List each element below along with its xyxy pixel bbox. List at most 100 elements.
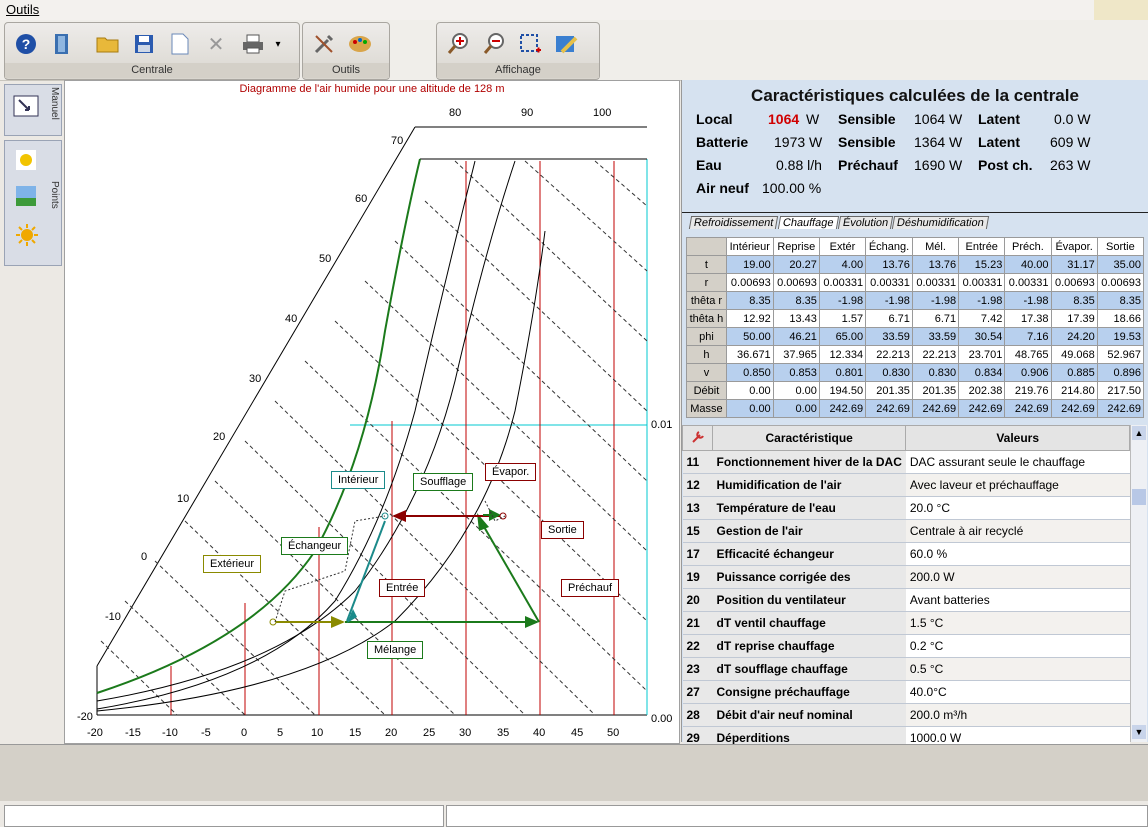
point-label-soufflage[interactable]: Soufflage [413,473,474,491]
table-cell: 6.71 [911,309,960,328]
x-tick: -5 [201,727,211,739]
point-label-melange[interactable]: Mélange [367,641,424,659]
bright-sun-icon[interactable] [15,223,39,250]
property-row[interactable]: 15 Gestion de l'air Centrale à air recyclé [682,519,1130,543]
table-cell: 33.59 [865,327,913,346]
property-value[interactable]: 40.0°C [905,680,1130,704]
properties-scrollbar[interactable]: ▲ ▼ [1130,425,1147,742]
zoom-out-icon[interactable] [479,29,509,59]
open-folder-icon[interactable] [93,29,123,59]
property-value[interactable]: 0.2 °C [905,634,1130,658]
property-value[interactable]: DAC assurant seule le chauffage [905,450,1130,474]
scroll-thumb[interactable] [1132,489,1146,505]
property-row[interactable]: 27 Consigne préchauffage 40.0°C [682,680,1130,704]
x-tick: 10 [311,727,324,739]
palette-icon[interactable] [345,29,375,59]
toolbar-group-label: Affichage [437,63,599,78]
point-label-interieur[interactable]: Intérieur [331,471,386,489]
draw-pencil-icon[interactable] [551,29,581,59]
exit-door-icon[interactable] [47,29,77,59]
table-cell: 1.57 [818,309,867,328]
table-row: phi 50.00 46.21 65.00 33.59 33.59 30.54 7.16 24.… [686,327,1145,346]
print-icon[interactable] [239,29,269,59]
landscape-icon[interactable] [15,185,37,210]
property-row[interactable]: 21 dT ventil chauffage 1.5 °C [682,611,1130,635]
zoom-region-icon[interactable] [515,29,545,59]
property-name: Consigne préchauffage [712,680,906,704]
tab-points[interactable]: Points [4,140,62,266]
delete-icon[interactable]: ✕ [201,29,231,59]
table-cell: 50.00 [725,327,774,346]
status-field-left [4,805,444,827]
table-cell: 19.00 [725,255,774,274]
tab-evolution[interactable]: Évolution [837,216,894,229]
property-value[interactable]: 60.0 % [905,542,1130,566]
scroll-up-icon[interactable]: ▲ [1132,426,1146,440]
point-label-sortie[interactable]: Sortie [541,521,584,539]
toolbar-group-affichage: Affichage [436,22,600,80]
property-row[interactable]: 28 Débit d'air neuf nominal 200.0 m³/h [682,703,1130,727]
tab-manuel[interactable]: Manuel [4,84,62,136]
property-row[interactable]: 12 Humidification de l'air Avec laveur et … [682,473,1130,497]
table-cell: -1.98 [958,291,1006,310]
table-cell: 202.38 [958,381,1006,400]
table-cell: 0.885 [1050,363,1098,382]
property-number: 12 [682,473,713,497]
psychrometric-chart-panel[interactable]: Diagramme de l'air humide pour une altit… [64,80,680,744]
property-name: Température de l'eau [712,496,906,520]
point-label-entree[interactable]: Entrée [379,579,426,597]
property-value[interactable]: Centrale à air recyclé [905,519,1130,543]
menu-outils[interactable]: Outils [6,2,39,17]
property-number: 13 [682,496,713,520]
table-cell: 0.00331 [911,273,960,292]
table-cell: 0.896 [1096,363,1145,382]
save-icon[interactable] [129,29,159,59]
table-row: t 19.00 20.27 4.00 13.76 13.76 15.23 40.00 31.17… [686,255,1145,274]
tab-refroidissement[interactable]: Refroidissement [688,216,779,229]
property-value[interactable]: 1.5 °C [905,611,1130,635]
help-icon[interactable]: ? [11,29,41,59]
airneuf-label: Air neuf [696,180,749,196]
point-sun-icon[interactable] [15,149,37,174]
tab-chauffage[interactable]: Chauffage [777,216,839,229]
property-row[interactable]: 22 dT reprise chauffage 0.2 °C [682,634,1130,658]
point-label-echangeur[interactable]: Échangeur [281,537,349,555]
property-number: 20 [682,588,713,612]
row-header: v [686,363,727,382]
print-dropdown-icon[interactable]: ▾ [271,29,285,59]
h-tick: 50 [319,253,332,265]
zoom-in-icon[interactable] [443,29,473,59]
point-label-prechauf[interactable]: Préchauf [561,579,620,597]
property-value[interactable]: 200.0 m³/h [905,703,1130,727]
property-value[interactable]: Avant batteries [905,588,1130,612]
tab-manuel-label: Manuel [49,87,60,120]
point-label-evapor[interactable]: Évapor. [485,463,537,481]
property-row[interactable]: 19 Puissance corrigée des 200.0 W [682,565,1130,589]
rh-tick: 90 [521,107,534,119]
table-cell: 0.00693 [1096,273,1145,292]
property-value[interactable]: Avec laveur et préchauffage [905,473,1130,497]
property-row[interactable]: 13 Température de l'eau 20.0 °C [682,496,1130,520]
new-document-icon[interactable] [165,29,195,59]
row-header: phi [686,327,727,346]
h-tick: 60 [355,193,368,205]
property-row[interactable]: 17 Efficacité échangeur 60.0 % [682,542,1130,566]
tab-deshumidification[interactable]: Déshumidification [892,216,990,229]
scroll-down-icon[interactable]: ▼ [1132,725,1146,739]
tools-icon[interactable] [309,29,339,59]
table-cell: 0.00 [725,381,774,400]
table-cell: 0.00693 [772,273,820,292]
table-cell: 30.54 [958,327,1006,346]
table-cell: 0.00 [772,381,820,400]
latent-label: Latent [978,111,1020,127]
property-value[interactable]: 200.0 W [905,565,1130,589]
property-row[interactable]: 20 Position du ventilateur Avant batteries [682,588,1130,612]
table-cell: 8.35 [1050,291,1098,310]
point-label-exterieur[interactable]: Extérieur [203,555,262,573]
property-value[interactable]: 0.5 °C [905,657,1130,681]
property-row[interactable]: 11 Fonctionnement hiver de la DAC DAC assu… [682,450,1130,474]
property-row[interactable]: 23 dT soufflage chauffage 0.5 °C [682,657,1130,681]
property-value[interactable]: 20.0 °C [905,496,1130,520]
x-axis-ticks: -20 -15 -10 -5 0 5 10 15 20 25 30 35 40 … [87,727,627,741]
table-cell: 0.00 [772,399,820,418]
